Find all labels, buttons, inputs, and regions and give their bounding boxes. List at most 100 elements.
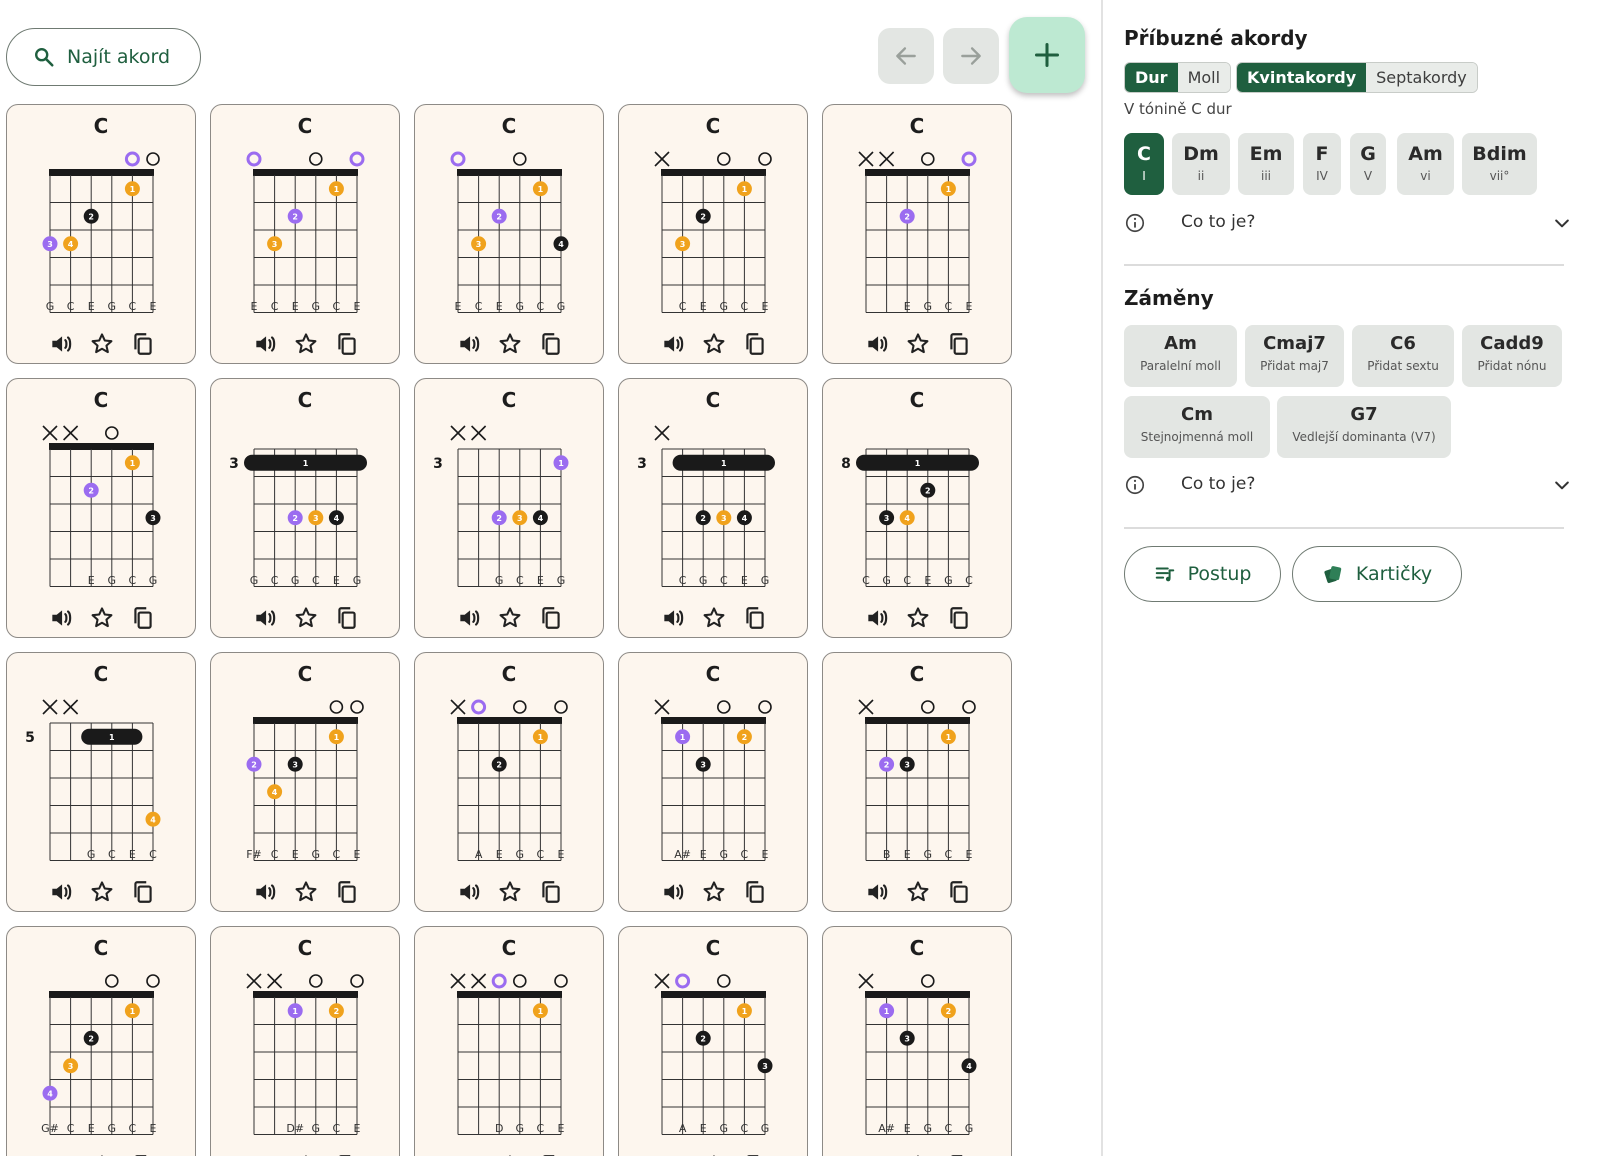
degree-chord-g[interactable]: GV: [1350, 133, 1386, 195]
copy-button[interactable]: [130, 331, 156, 357]
type-sevenths-option[interactable]: Septakordy: [1366, 63, 1477, 92]
play-sound-button[interactable]: [864, 331, 890, 357]
substitution-cmaj7[interactable]: Cmaj7 Přidat maj7: [1245, 325, 1344, 387]
chord-card[interactable]: C 1 2 3 4 G# C E G C E: [6, 926, 196, 1156]
favorite-button[interactable]: [497, 331, 523, 357]
string-note-label: G: [108, 574, 117, 587]
play-sound-button[interactable]: [456, 879, 482, 905]
substitution-cadd9[interactable]: Cadd9 Přidat nónu: [1462, 325, 1562, 387]
play-sound-button[interactable]: [660, 605, 686, 631]
play-sound-button[interactable]: [456, 605, 482, 631]
favorite-button[interactable]: [905, 879, 931, 905]
copy-button[interactable]: [538, 879, 564, 905]
degree-chord-c[interactable]: CI: [1124, 133, 1164, 195]
finger-number: 1: [538, 185, 544, 194]
play-sound-button[interactable]: [252, 605, 278, 631]
chord-card[interactable]: C 1 2 3 A# E G C E: [618, 652, 808, 912]
favorite-button[interactable]: [701, 605, 727, 631]
play-sound-button[interactable]: [48, 605, 74, 631]
play-sound-button[interactable]: [48, 331, 74, 357]
related-info-toggle[interactable]: Co to je?: [1124, 210, 1569, 236]
play-sound-button[interactable]: [660, 879, 686, 905]
favorite-button[interactable]: [497, 879, 523, 905]
copy-button[interactable]: [742, 331, 768, 357]
favorite-button[interactable]: [89, 331, 115, 357]
degree-chord-dm[interactable]: Dm ii: [1172, 133, 1230, 195]
chord-card[interactable]: C123CEGCE: [618, 104, 808, 364]
mode-major-option[interactable]: Dur: [1125, 63, 1178, 92]
string-note-label: C: [720, 574, 728, 587]
copy-button[interactable]: [130, 605, 156, 631]
favorite-button[interactable]: [89, 879, 115, 905]
substitution-g7[interactable]: G7 Vedlejší dominanta (V7): [1277, 396, 1451, 458]
substitution-cm[interactable]: Cm Stejnojmenná moll: [1124, 396, 1270, 458]
chord-card[interactable]: C1 DGCE: [414, 926, 604, 1156]
copy-button[interactable]: [130, 879, 156, 905]
chord-card[interactable]: C 1 2 3 4 F# C E G C E: [210, 652, 400, 912]
chord-card[interactable]: C123AEGCG: [618, 926, 808, 1156]
chord-card[interactable]: C123EGCG: [6, 378, 196, 638]
copy-button[interactable]: [946, 331, 972, 357]
copy-button[interactable]: [742, 879, 768, 905]
substitutions-info-label: Co to je?: [1181, 474, 1256, 494]
copy-button[interactable]: [334, 331, 360, 357]
degree-chord-em[interactable]: Em iii: [1238, 133, 1294, 195]
string-note-label: C: [271, 574, 279, 587]
play-sound-button[interactable]: [864, 605, 890, 631]
chord-card[interactable]: C123ECEGCE: [210, 104, 400, 364]
chord-card[interactable]: C514GCEC: [6, 652, 196, 912]
substitution-am[interactable]: Am Paralelní moll: [1124, 325, 1237, 387]
chord-card[interactable]: C123BEGCE: [822, 652, 1012, 912]
progression-button[interactable]: Postup: [1124, 546, 1281, 602]
finger-number: 4: [68, 240, 74, 249]
favorite-button[interactable]: [293, 331, 319, 357]
substitutions-info-toggle[interactable]: Co to je?: [1124, 472, 1569, 498]
play-sound-button[interactable]: [456, 331, 482, 357]
copy-button[interactable]: [334, 879, 360, 905]
add-chord-button[interactable]: [1009, 17, 1085, 93]
favorite-button[interactable]: [905, 331, 931, 357]
degree-chord-f[interactable]: F IV: [1303, 133, 1341, 195]
mode-minor-option[interactable]: Moll: [1177, 63, 1231, 92]
string-note-label: C: [129, 574, 137, 587]
degree-roman-numeral: IV: [1316, 169, 1328, 183]
play-sound-button[interactable]: [252, 879, 278, 905]
favorite-button[interactable]: [293, 879, 319, 905]
chord-card[interactable]: C12EGCE: [822, 104, 1012, 364]
chord-card[interactable]: C12AEGCE: [414, 652, 604, 912]
copy-button[interactable]: [538, 605, 564, 631]
chord-card[interactable]: C1234ECEGCG: [414, 104, 604, 364]
copy-button[interactable]: [742, 605, 768, 631]
degree-chord-am[interactable]: Am vi: [1397, 133, 1454, 195]
favorite-button[interactable]: [89, 605, 115, 631]
copy-button[interactable]: [334, 605, 360, 631]
copy-button[interactable]: [538, 331, 564, 357]
back-button[interactable]: [878, 28, 934, 84]
finger-number: 2: [292, 212, 298, 221]
play-sound-button[interactable]: [864, 879, 890, 905]
forward-button[interactable]: [943, 28, 999, 84]
play-sound-button[interactable]: [48, 879, 74, 905]
chord-card[interactable]: C81234CGCEGC: [822, 378, 1012, 638]
substitution-c6[interactable]: C6 Přidat sextu: [1352, 325, 1454, 387]
chord-card[interactable]: C31234GCGCEG: [210, 378, 400, 638]
find-chord-button[interactable]: Najít akord: [6, 28, 201, 86]
favorite-button[interactable]: [701, 331, 727, 357]
play-sound-button[interactable]: [252, 331, 278, 357]
chord-card[interactable]: C1234GCEGCE: [6, 104, 196, 364]
chord-card[interactable]: C31234CGCEG: [618, 378, 808, 638]
favorite-button[interactable]: [905, 605, 931, 631]
nut: [661, 169, 766, 176]
copy-button[interactable]: [946, 879, 972, 905]
flashcards-button[interactable]: Kartičky: [1292, 546, 1462, 602]
favorite-button[interactable]: [293, 605, 319, 631]
degree-chord-bdim[interactable]: Bdim vii°: [1462, 133, 1537, 195]
favorite-button[interactable]: [701, 879, 727, 905]
favorite-button[interactable]: [497, 605, 523, 631]
chord-card[interactable]: C 1 2 D# G C E: [210, 926, 400, 1156]
type-triads-option[interactable]: Kvintakordy: [1237, 63, 1367, 92]
copy-button[interactable]: [946, 605, 972, 631]
chord-card[interactable]: C 1 2 3 4 A# E G C G: [822, 926, 1012, 1156]
chord-card[interactable]: C31234GCEG: [414, 378, 604, 638]
play-sound-button[interactable]: [660, 331, 686, 357]
